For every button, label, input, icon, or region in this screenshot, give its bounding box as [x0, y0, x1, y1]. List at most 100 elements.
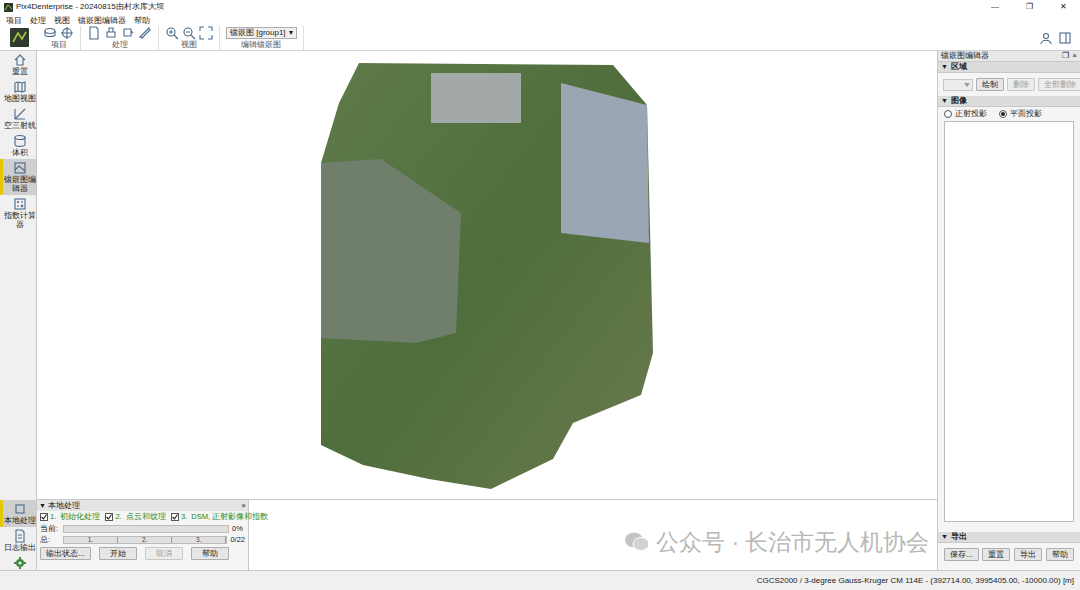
- pix4d-logo-icon: [10, 28, 29, 47]
- toolbar-group-label: 项目: [51, 40, 67, 50]
- section-header[interactable]: ▼图像: [938, 96, 1080, 107]
- app-window: Pix4Denterprise - 20240815由村水库大坝—❐✕ 项目处理…: [0, 0, 1080, 590]
- view-select[interactable]: 镶嵌图 [group1]▾: [226, 27, 297, 39]
- radio-option[interactable]: 平面投影: [999, 109, 1042, 119]
- checkbox[interactable]: [105, 513, 113, 521]
- step-checkbox[interactable]: 1. 初始化处理: [40, 512, 100, 522]
- processing-title: 本地处理: [48, 501, 80, 511]
- menu-item[interactable]: 视图: [50, 15, 74, 26]
- toolbar-group: 处理: [81, 26, 159, 50]
- menu-item[interactable]: 处理: [26, 15, 50, 26]
- collapse-arrow[interactable]: ▼: [941, 96, 948, 106]
- document-icon[interactable]: [87, 26, 101, 40]
- toolbar-group: 镶嵌图 [group1]▾编辑镶嵌图: [220, 26, 304, 50]
- sidebar-item[interactable]: 指数计算器: [0, 195, 36, 231]
- panel-control[interactable]: ❐: [1062, 51, 1069, 61]
- watermark-text: 公众号 · 长治市无人机协会: [656, 528, 929, 556]
- current-progress-row: 当前:0%: [37, 523, 248, 534]
- window-control[interactable]: ❐: [1012, 1, 1046, 13]
- sidebar-item[interactable]: 体积: [0, 132, 36, 159]
- pen-icon[interactable]: [138, 26, 152, 40]
- button: 全部删除: [1038, 78, 1080, 91]
- mosaic-canvas[interactable]: [37, 51, 937, 500]
- collapse-arrow[interactable]: ▼: [941, 532, 948, 542]
- sidebar-label: 日志输出: [4, 543, 36, 552]
- button[interactable]: 输出状态...: [40, 547, 91, 560]
- print-icon[interactable]: [104, 26, 118, 40]
- dropdown-arrow: ▾: [289, 28, 293, 38]
- sidebar-item[interactable]: 镶嵌图编辑器: [0, 159, 36, 195]
- target-icon[interactable]: [60, 26, 74, 40]
- layer-icon[interactable]: [121, 26, 135, 40]
- toolbar-right: [1040, 31, 1072, 45]
- progress-label: 当前:: [40, 524, 60, 534]
- status-bar: CGCS2000 / 3-degree Gauss-Kruger CM 114E…: [0, 570, 1080, 590]
- collapse-arrow[interactable]: ▼: [941, 62, 948, 72]
- radio[interactable]: [999, 110, 1007, 118]
- processing-panel: ▼本地处理×1. 初始化处理2. 点云和纹理3. DSM, 正射影像和指数当前:…: [37, 500, 249, 570]
- button[interactable]: 导出: [1014, 548, 1042, 561]
- radio-label: 正射投影: [955, 109, 987, 119]
- toolbar-group: 项目: [37, 26, 81, 50]
- status-text: CGCS2000 / 3-degree Gauss-Kruger CM 114E…: [757, 575, 1074, 587]
- sidebar-item[interactable]: 日志输出: [0, 527, 36, 554]
- image-list[interactable]: [944, 121, 1074, 522]
- sidebar-label: 地图视图: [4, 94, 36, 103]
- processing-icon: [13, 502, 27, 516]
- radio-option[interactable]: 正射投影: [944, 109, 987, 119]
- section-header[interactable]: ▼区域: [938, 62, 1080, 73]
- toolbar-icons: [43, 26, 74, 40]
- account-icon[interactable]: [1040, 31, 1054, 45]
- button[interactable]: 帮助: [1046, 548, 1074, 561]
- button[interactable]: 保存...: [944, 548, 979, 561]
- radio-dot: [1001, 112, 1005, 116]
- database-icon[interactable]: [43, 26, 57, 40]
- checkbox[interactable]: [40, 513, 48, 521]
- menu-item[interactable]: 帮助: [130, 15, 154, 26]
- panel-control[interactable]: ×: [1072, 51, 1077, 61]
- button[interactable]: 帮助: [191, 547, 229, 560]
- sidebar-bottom: 本地处理日志输出处理选项: [0, 500, 36, 570]
- progress-segment: 3.: [172, 537, 226, 543]
- zoom-in-icon[interactable]: [165, 26, 179, 40]
- total-progress-row: 总:1.2.3.0/22: [37, 534, 248, 545]
- region-row: 绘制删除全部删除: [938, 73, 1080, 96]
- panel-title: 镶嵌图编辑器: [941, 51, 989, 61]
- sidebar-label: 空三射线: [4, 121, 36, 130]
- menu-item[interactable]: 镶嵌图编辑器: [74, 15, 130, 26]
- step-checkbox[interactable]: 2. 点云和纹理: [105, 512, 165, 522]
- radio-label: 平面投影: [1010, 109, 1042, 119]
- close-button[interactable]: ×: [241, 501, 246, 511]
- section-header[interactable]: ▼导出: [938, 532, 1080, 543]
- collapse-arrow[interactable]: ▼: [39, 501, 46, 511]
- window-control[interactable]: —: [978, 1, 1012, 13]
- export-buttons: 保存...重置导出帮助: [938, 543, 1080, 566]
- button[interactable]: 重置: [982, 548, 1010, 561]
- sidebar-label: 指数计算器: [4, 211, 36, 229]
- toolbar-icons: [87, 26, 152, 40]
- window-controls: —❐✕: [978, 0, 1080, 14]
- zoom-out-icon[interactable]: [182, 26, 196, 40]
- sidebar-item[interactable]: 地图视图: [0, 78, 36, 105]
- toolbar-group-label: 编辑镶嵌图: [241, 40, 281, 50]
- fit-view-icon[interactable]: [199, 26, 213, 40]
- bottom-area: ▼本地处理×1. 初始化处理2. 点云和纹理3. DSM, 正射影像和指数当前:…: [37, 500, 937, 570]
- step-checkbox[interactable]: 3. DSM, 正射影像和指数: [171, 512, 268, 522]
- sidebar-item[interactable]: 本地处理: [0, 500, 36, 527]
- progress-label: 总:: [40, 535, 60, 545]
- section-title: 图像: [951, 96, 967, 106]
- menu-item[interactable]: 项目: [2, 15, 26, 26]
- sidebar-item[interactable]: 重置: [0, 51, 36, 78]
- toolbar-icons: [165, 26, 213, 40]
- button[interactable]: 绘制: [976, 78, 1004, 91]
- panel-icon[interactable]: [1058, 31, 1072, 45]
- radio[interactable]: [944, 110, 952, 118]
- orthomosaic-image[interactable]: [321, 63, 653, 489]
- mosaic-icon: [13, 161, 27, 175]
- app-icon: [4, 3, 13, 12]
- toolbar-group-label: 处理: [112, 40, 128, 50]
- button[interactable]: 开始: [99, 547, 137, 560]
- checkbox[interactable]: [171, 513, 179, 521]
- sidebar-item[interactable]: 空三射线: [0, 105, 36, 132]
- window-control[interactable]: ✕: [1046, 1, 1080, 13]
